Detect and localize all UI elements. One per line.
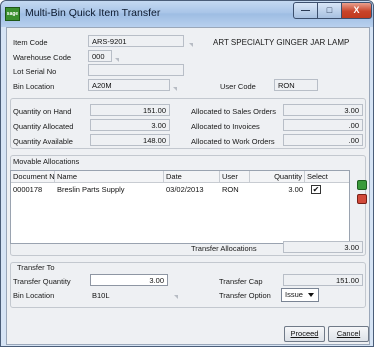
allocated-label: Quantity Allocated <box>13 122 74 131</box>
transfer-option-select[interactable]: Issue <box>281 288 319 302</box>
col-select[interactable]: Select <box>305 171 349 183</box>
transfer-to-label: Transfer To <box>17 263 55 272</box>
close-button[interactable]: X <box>341 2 372 19</box>
item-code-label: Item Code <box>13 38 48 47</box>
window-title: Multi-Bin Quick Item Transfer <box>25 7 161 19</box>
transfer-option-value: Issue <box>285 290 303 299</box>
row-document-no[interactable]: 0000178 <box>11 184 55 195</box>
row-user[interactable]: RON <box>220 184 250 195</box>
on-hand-value: 151.00 <box>90 104 170 116</box>
sales-orders-value: 3.00 <box>283 104 363 116</box>
sales-orders-label: Allocated to Sales Orders <box>191 107 277 116</box>
maximize-button[interactable]: □ <box>317 2 342 19</box>
user-code-field: RON <box>274 79 318 91</box>
col-name[interactable]: Name <box>55 171 164 183</box>
available-value: 148.00 <box>90 134 170 146</box>
row-name[interactable]: Breslin Parts Supply <box>55 184 164 195</box>
item-code-lookup-icon[interactable] <box>189 43 193 47</box>
item-code-field[interactable]: ARS-9201 <box>88 35 184 47</box>
work-orders-value: .00 <box>283 134 363 146</box>
proceed-button[interactable]: Proceed <box>284 326 325 342</box>
transfer-bin-lookup-icon[interactable] <box>174 295 178 299</box>
lot-serial-field[interactable] <box>88 64 184 76</box>
work-orders-label: Allocated to Work Orders <box>191 137 275 146</box>
clear-all-icon[interactable] <box>357 194 367 204</box>
bin-location-label: Bin Location <box>13 82 55 91</box>
transfer-quantity-input[interactable]: 3.00 <box>90 274 168 286</box>
chevron-down-icon <box>308 293 314 297</box>
item-description: ART SPECIALTY GINGER JAR LAMP <box>213 38 350 47</box>
transfer-quantity-label: Transfer Quantity <box>13 277 71 286</box>
col-user[interactable]: User <box>220 171 250 183</box>
transfer-bin-label: Bin Location <box>13 291 55 300</box>
bin-location-field[interactable]: A20M <box>88 79 170 91</box>
col-date[interactable]: Date <box>164 171 220 183</box>
transfer-allocations-label: Transfer Allocations <box>191 244 257 253</box>
bin-lookup-icon[interactable] <box>173 87 177 91</box>
user-code-label: User Code <box>220 82 256 91</box>
col-document-no[interactable]: Document No <box>11 171 59 183</box>
title-bar[interactable]: sage Multi-Bin Quick Item Transfer — □ X <box>1 1 373 27</box>
lot-serial-label: Lot Serial No <box>13 67 57 76</box>
sage-app-icon: sage <box>5 7 20 21</box>
transfer-option-label: Transfer Option <box>219 291 271 300</box>
transfer-cap-label: Transfer Cap <box>219 277 263 286</box>
transfer-cap-value: 151.00 <box>283 274 363 286</box>
row-select-checkbox[interactable]: ✔ <box>311 185 321 194</box>
dialog-body: Item Code ARS-9201 ART SPECIALTY GINGER … <box>6 27 370 345</box>
warehouse-lookup-icon[interactable] <box>115 58 119 62</box>
invoices-value: .00 <box>283 119 363 131</box>
cancel-button[interactable]: Cancel <box>328 326 369 342</box>
transfer-bin-value[interactable]: B10L <box>92 291 110 300</box>
row-date[interactable]: 03/02/2013 <box>164 184 220 195</box>
allocations-grid[interactable]: Document No Name Date User Quantity Sele… <box>10 170 350 244</box>
warehouse-code-field[interactable]: 000 <box>88 50 112 62</box>
select-all-icon[interactable] <box>357 180 367 190</box>
allocated-value: 3.00 <box>90 119 170 131</box>
row-quantity[interactable]: 3.00 <box>250 184 305 195</box>
warehouse-code-label: Warehouse Code <box>13 53 72 62</box>
on-hand-label: Quantity on Hand <box>13 107 72 116</box>
minimize-button[interactable]: — <box>293 2 318 19</box>
invoices-label: Allocated to Invoices <box>191 122 260 131</box>
window: sage Multi-Bin Quick Item Transfer — □ X… <box>0 0 374 347</box>
available-label: Quantity Available <box>13 137 73 146</box>
movable-allocations-label: Movable Allocations <box>13 157 80 166</box>
transfer-allocations-value: 3.00 <box>283 241 363 253</box>
col-quantity[interactable]: Quantity <box>250 171 305 183</box>
